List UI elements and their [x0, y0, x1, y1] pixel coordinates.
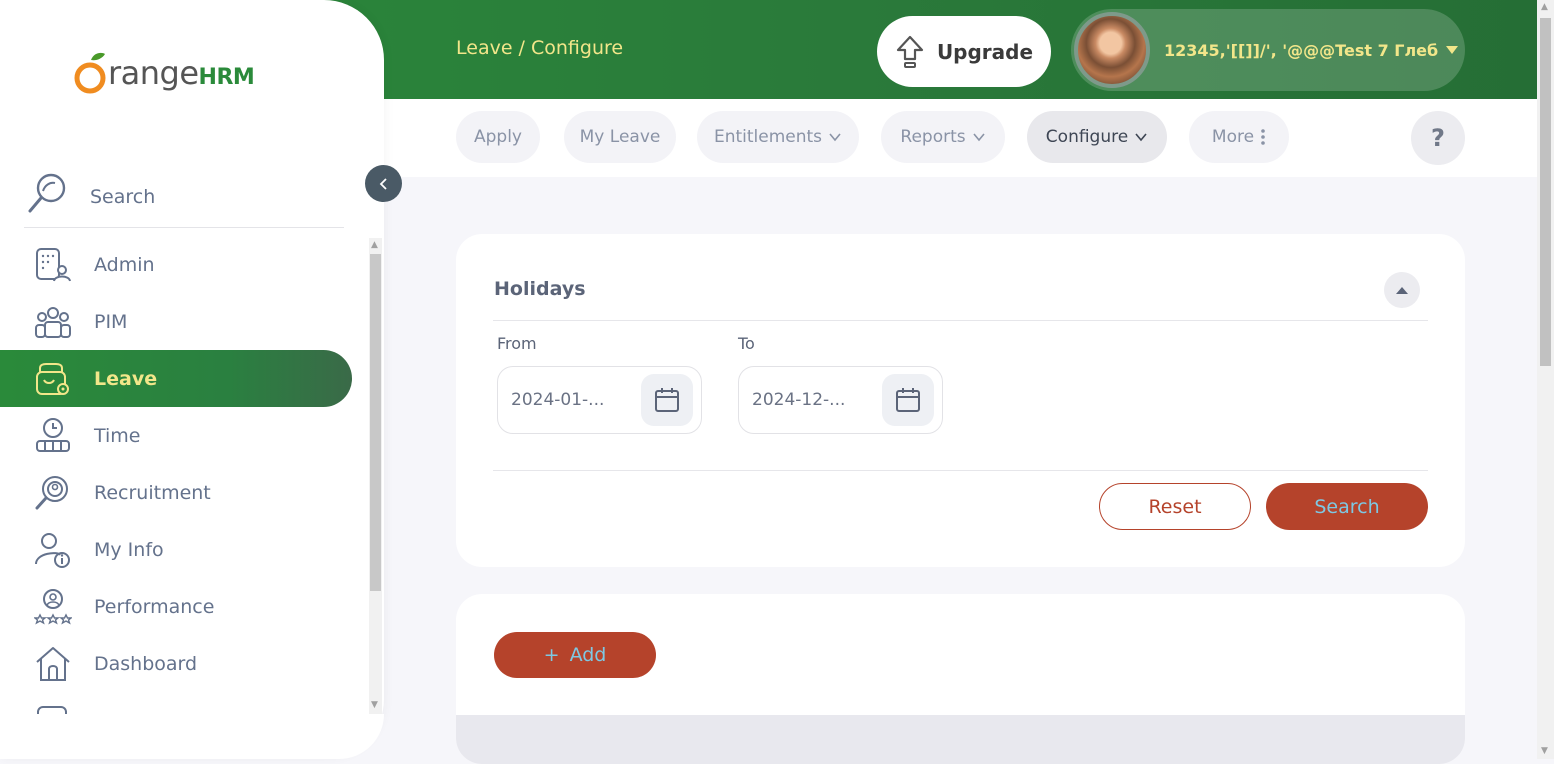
table-header — [456, 715, 1465, 764]
tab-label: My Leave — [579, 127, 661, 147]
upgrade-arrow-icon — [896, 35, 924, 68]
sidebar-item-my-info[interactable]: My Info — [0, 521, 352, 578]
sidebar-item-admin[interactable]: Admin — [0, 236, 352, 293]
help-button[interactable]: ? — [1411, 111, 1465, 165]
tab-label: Reports — [900, 127, 966, 147]
tab-configure[interactable]: Configure — [1027, 111, 1167, 163]
sidebar-item-label: My Info — [94, 538, 164, 561]
chevron-down-icon — [1135, 133, 1147, 142]
kebab-icon — [1261, 129, 1265, 145]
tab-more[interactable]: More — [1189, 111, 1289, 163]
user-name: 12345,'[[]]/', '@@@Test 7 Глеб — [1164, 40, 1439, 60]
avatar — [1074, 12, 1150, 88]
page-scroll-down-arrow-icon[interactable]: ▼ — [1541, 746, 1548, 756]
divider — [493, 320, 1428, 321]
my-info-icon — [35, 532, 70, 568]
upgrade-button[interactable]: Upgrade — [877, 16, 1051, 87]
to-calendar-button[interactable] — [882, 374, 934, 426]
collapse-filter-button[interactable] — [1384, 272, 1420, 308]
from-date-value: 2024-01-... — [511, 390, 605, 410]
leave-icon — [36, 362, 69, 395]
chevron-down-icon — [829, 133, 841, 142]
sidebar-scrollbar-thumb[interactable] — [370, 254, 381, 591]
tab-entitlements[interactable]: Entitlements — [697, 111, 859, 163]
page-scrollbar-thumb[interactable] — [1540, 18, 1551, 366]
logo-text: rangeHRM — [108, 54, 255, 92]
module-tabs: Apply My Leave Entitlements Reports Conf… — [384, 99, 1537, 177]
scroll-down-arrow-icon[interactable]: ▼ — [371, 700, 378, 710]
sidebar: rangeHRM Search Admin PIM Leave Time Rec… — [0, 0, 384, 759]
sidebar-item-pim[interactable]: PIM — [0, 293, 352, 350]
to-date-value: 2024-12-... — [752, 390, 846, 410]
page-scroll-up-arrow-icon[interactable]: ▲ — [1541, 2, 1548, 12]
upgrade-label: Upgrade — [936, 39, 1034, 64]
pim-icon — [35, 306, 71, 338]
to-label: To — [738, 334, 755, 353]
search-icon — [28, 173, 66, 212]
sidebar-item-leave[interactable]: Leave — [0, 350, 352, 407]
sidebar-collapse-button[interactable] — [365, 165, 402, 202]
sidebar-bottom-mask — [0, 714, 384, 759]
from-label: From — [497, 334, 537, 353]
calendar-icon — [655, 388, 679, 412]
reset-button[interactable]: Reset — [1099, 483, 1251, 530]
tab-label: Entitlements — [713, 127, 823, 147]
tab-label: Apply — [474, 127, 522, 147]
sidebar-next-item-partial — [36, 704, 70, 714]
tab-my-leave[interactable]: My Leave — [564, 111, 676, 163]
tab-reports[interactable]: Reports — [881, 111, 1005, 163]
tab-label: Configure — [1045, 127, 1129, 147]
user-dropdown[interactable]: 12345,'[[]]/', '@@@Test 7 Глеб — [1071, 9, 1465, 91]
breadcrumb: Leave / Configure — [456, 37, 624, 59]
holidays-list-card: + Add — [456, 594, 1465, 764]
scroll-up-arrow-icon[interactable]: ▲ — [371, 240, 378, 250]
plus-icon: + — [543, 644, 560, 666]
sidebar-item-performance[interactable]: Performance — [0, 578, 352, 635]
from-calendar-button[interactable] — [641, 374, 693, 426]
recruitment-icon — [35, 475, 68, 509]
divider — [493, 470, 1428, 471]
tab-label: More — [1211, 127, 1255, 147]
dashboard-icon — [36, 646, 70, 681]
sidebar-item-time[interactable]: Time — [0, 407, 352, 464]
holidays-filter-card: Holidays From 2024-01-... To 2024-12-... — [456, 234, 1465, 567]
admin-icon — [36, 247, 71, 281]
chevron-left-icon — [379, 177, 387, 190]
orange-logo-icon — [74, 52, 106, 94]
calendar-icon — [896, 388, 920, 412]
sidebar-item-label: Time — [94, 424, 141, 447]
sidebar-search[interactable]: Search — [24, 160, 344, 228]
sidebar-item-label: Admin — [94, 253, 155, 276]
performance-icon — [34, 588, 72, 625]
sidebar-item-label: Recruitment — [94, 481, 211, 504]
add-holiday-button[interactable]: + Add — [494, 632, 656, 678]
card-title: Holidays — [494, 278, 586, 300]
orangehrm-logo: rangeHRM — [74, 48, 255, 98]
sidebar-item-label: Performance — [94, 595, 215, 618]
caret-down-icon — [1446, 46, 1459, 54]
search-button[interactable]: Search — [1266, 483, 1428, 530]
from-date-input[interactable]: 2024-01-... — [497, 366, 702, 434]
tab-apply[interactable]: Apply — [456, 111, 540, 163]
chevron-down-icon — [972, 133, 985, 142]
to-date-input[interactable]: 2024-12-... — [738, 366, 943, 434]
sidebar-item-label: Dashboard — [94, 652, 198, 675]
sidebar-item-label: Leave — [94, 367, 158, 390]
caret-up-icon — [1396, 287, 1408, 294]
sidebar-item-recruitment[interactable]: Recruitment — [0, 464, 352, 521]
sidebar-item-dashboard[interactable]: Dashboard — [0, 635, 352, 692]
add-label: Add — [569, 644, 607, 666]
sidebar-item-label: PIM — [94, 310, 128, 333]
sidebar-search-label: Search — [90, 185, 156, 208]
time-icon — [36, 417, 70, 452]
